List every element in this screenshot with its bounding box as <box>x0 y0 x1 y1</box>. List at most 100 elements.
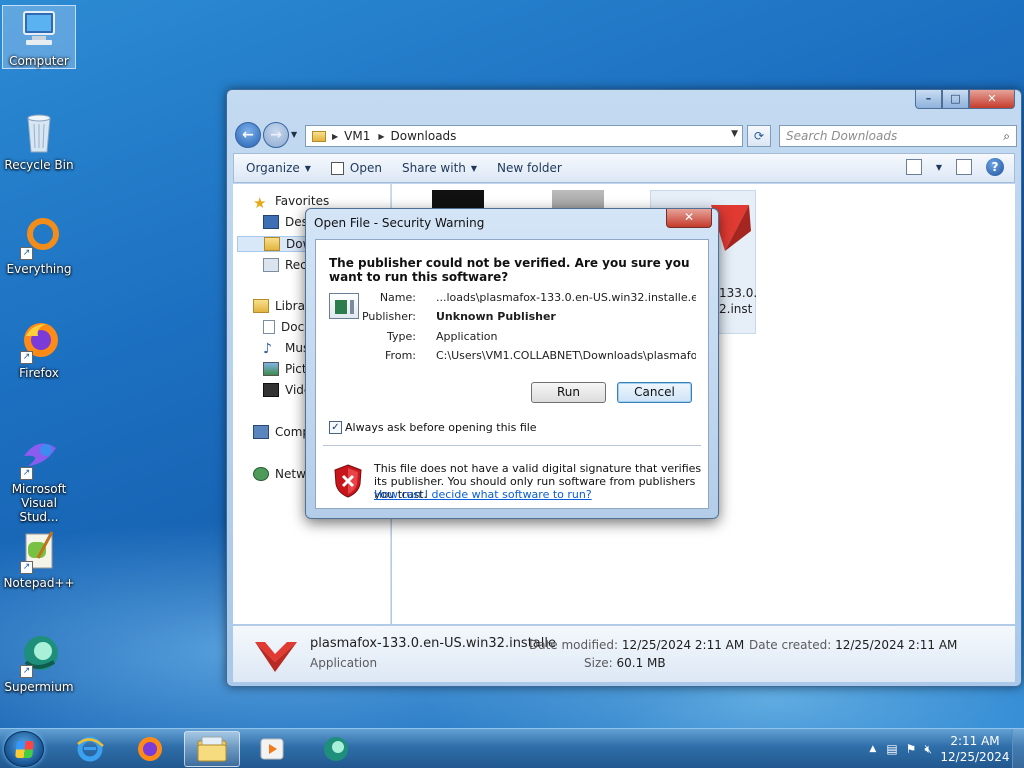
chevron-right-icon[interactable]: ▶ <box>332 132 338 141</box>
breadcrumb-vm1[interactable]: VM1 <box>344 129 370 143</box>
nav-libraries[interactable]: Librar <box>253 299 310 313</box>
taskbar-internet-explorer[interactable] <box>62 731 118 767</box>
name-label: Name: <box>379 291 416 304</box>
volume-muted-icon[interactable]: 🔇︎ <box>924 742 932 757</box>
divider <box>323 445 701 446</box>
clock[interactable]: 2:11 AM 12/25/2024 <box>938 733 1012 765</box>
name-value: ...loads\plasmafox-133.0.en-US.win32.ins… <box>436 291 696 304</box>
share-with-button[interactable]: Share with ▼ <box>402 161 477 175</box>
navigation-bar: ← → ▼ ▶ VM1 ▶ Downloads ▼ ⟳ Search Downl… <box>233 120 1017 150</box>
publisher-label: Publisher: <box>361 310 416 323</box>
details-date-modified: Date modified: 12/25/2024 2:11 AM <box>529 638 745 652</box>
shortcut-arrow-icon: ↗ <box>20 351 33 364</box>
nav-computer[interactable]: Comp <box>253 425 310 439</box>
organize-button[interactable]: Organize ▼ <box>246 161 311 175</box>
from-label: From: <box>385 349 416 362</box>
minimize-button[interactable]: – <box>915 90 942 109</box>
details-type: Application <box>310 656 378 670</box>
action-center-flag-icon[interactable]: ⚑ <box>906 742 917 756</box>
chevron-down-icon[interactable]: ▼ <box>936 163 942 172</box>
maximize-button[interactable]: □ <box>942 90 969 109</box>
start-button[interactable] <box>4 731 44 767</box>
taskbar-firefox[interactable] <box>122 731 178 767</box>
chevron-down-icon[interactable]: ▼ <box>731 129 738 139</box>
plasmafox-app-icon <box>251 632 301 676</box>
run-button[interactable]: Run <box>531 382 606 403</box>
type-value: Application <box>436 330 498 343</box>
chevron-down-icon: ▼ <box>470 163 478 173</box>
refresh-button[interactable]: ⟳ <box>747 125 771 147</box>
desktop-icon <box>263 215 279 229</box>
folder-icon <box>197 736 227 762</box>
shortcut-arrow-icon: ↗ <box>20 467 33 480</box>
desktop-icon-recycle-bin[interactable]: Recycle Bin <box>2 110 76 172</box>
taskbar-explorer[interactable] <box>184 731 240 767</box>
nav-music[interactable]: ♪ Mus <box>263 341 309 357</box>
desktop-icon-supermium[interactable]: ↗ Supermium <box>2 632 76 694</box>
search-input[interactable]: Search Downloads ⌕ <box>779 125 1017 147</box>
nav-favorites[interactable]: ★ Favorites <box>253 194 329 212</box>
cancel-button[interactable]: Cancel <box>617 382 692 403</box>
type-label: Type: <box>387 330 416 343</box>
warning-shield-icon <box>334 464 362 498</box>
back-button[interactable]: ← <box>235 122 261 148</box>
taskbar-supermium[interactable] <box>308 731 364 767</box>
notepad-plus-plus-icon: ↗ <box>16 528 62 574</box>
libraries-icon <box>253 299 269 313</box>
music-icon: ♪ <box>263 341 272 357</box>
internet-explorer-icon <box>77 736 104 762</box>
help-link[interactable]: How can I decide what software to run? <box>374 488 592 501</box>
taskbar-media-player[interactable] <box>244 731 300 767</box>
open-button[interactable]: Open <box>330 161 382 175</box>
address-bar[interactable]: ▶ VM1 ▶ Downloads ▼ <box>305 125 743 147</box>
desktop-icon-computer[interactable]: Computer <box>2 5 76 69</box>
dialog-body: The publisher could not be verified. Are… <box>315 239 709 509</box>
help-icon[interactable]: ? <box>986 158 1004 176</box>
breadcrumb-downloads[interactable]: Downloads <box>391 129 457 143</box>
show-desktop-button[interactable] <box>1012 729 1024 768</box>
show-hidden-icons-button[interactable]: ▲ <box>869 744 876 754</box>
documents-icon <box>263 320 275 334</box>
shortcut-arrow-icon: ↗ <box>20 665 33 678</box>
dialog-close-button[interactable]: ✕ <box>666 209 712 228</box>
open-icon <box>330 161 344 175</box>
supermium-icon: ↗ <box>16 632 62 678</box>
details-filename: plasmafox-133.0.en-US.win32.installe <box>310 636 556 651</box>
everything-icon: ↗ <box>16 214 62 260</box>
folder-icon <box>312 130 326 142</box>
dialog-title: Open File - Security Warning <box>314 216 485 230</box>
checkmark-icon[interactable]: ✓ <box>329 421 342 434</box>
network-icon[interactable]: ▤ <box>886 742 897 756</box>
change-view-icon[interactable] <box>905 159 922 175</box>
always-ask-checkbox[interactable]: ✓ Always ask before opening this file <box>329 421 537 434</box>
downloads-folder-icon <box>264 237 280 251</box>
forward-button[interactable]: → <box>263 122 289 148</box>
details-size: Size: 60.1 MB <box>584 656 666 670</box>
nav-documents[interactable]: Doc <box>263 320 304 334</box>
details-date-created: Date created: 12/25/2024 2:11 AM <box>749 638 958 652</box>
desktop-icon-firefox[interactable]: ↗ Firefox <box>2 318 76 380</box>
visual-studio-icon: ↗ <box>16 434 62 480</box>
details-pane: plasmafox-133.0.en-US.win32.installe App… <box>233 625 1015 682</box>
firefox-icon: ↗ <box>16 318 62 364</box>
desktop-icon-visual-studio[interactable]: ↗ Microsoft Visual Stud... <box>2 434 76 524</box>
chevron-right-icon[interactable]: ▶ <box>378 132 384 141</box>
preview-pane-icon[interactable] <box>956 159 972 175</box>
system-tray: ▲ ▤ ⚑ 🔇︎ 2:11 AM 12/25/2024 <box>869 729 1024 768</box>
security-warning-dialog[interactable]: Open File - Security Warning ✕ The publi… <box>305 208 719 519</box>
supermium-icon <box>324 737 348 761</box>
computer-icon <box>253 425 269 439</box>
star-icon: ★ <box>253 194 267 212</box>
pictures-icon <box>263 362 279 376</box>
shortcut-arrow-icon: ↗ <box>20 247 33 260</box>
desktop-icon-everything[interactable]: ↗ Everything <box>2 214 76 276</box>
close-button[interactable]: ✕ <box>969 90 1015 109</box>
desktop-icon-notepad-plus-plus[interactable]: ↗ Notepad++ <box>2 528 76 590</box>
search-icon: ⌕ <box>1003 129 1010 143</box>
new-folder-button[interactable]: New folder <box>497 161 562 175</box>
publisher-value: Unknown Publisher <box>436 310 556 323</box>
recycle-bin-icon <box>16 110 62 156</box>
history-dropdown-icon[interactable]: ▼ <box>291 130 297 139</box>
shortcut-arrow-icon: ↗ <box>20 561 33 574</box>
network-icon <box>253 467 269 481</box>
